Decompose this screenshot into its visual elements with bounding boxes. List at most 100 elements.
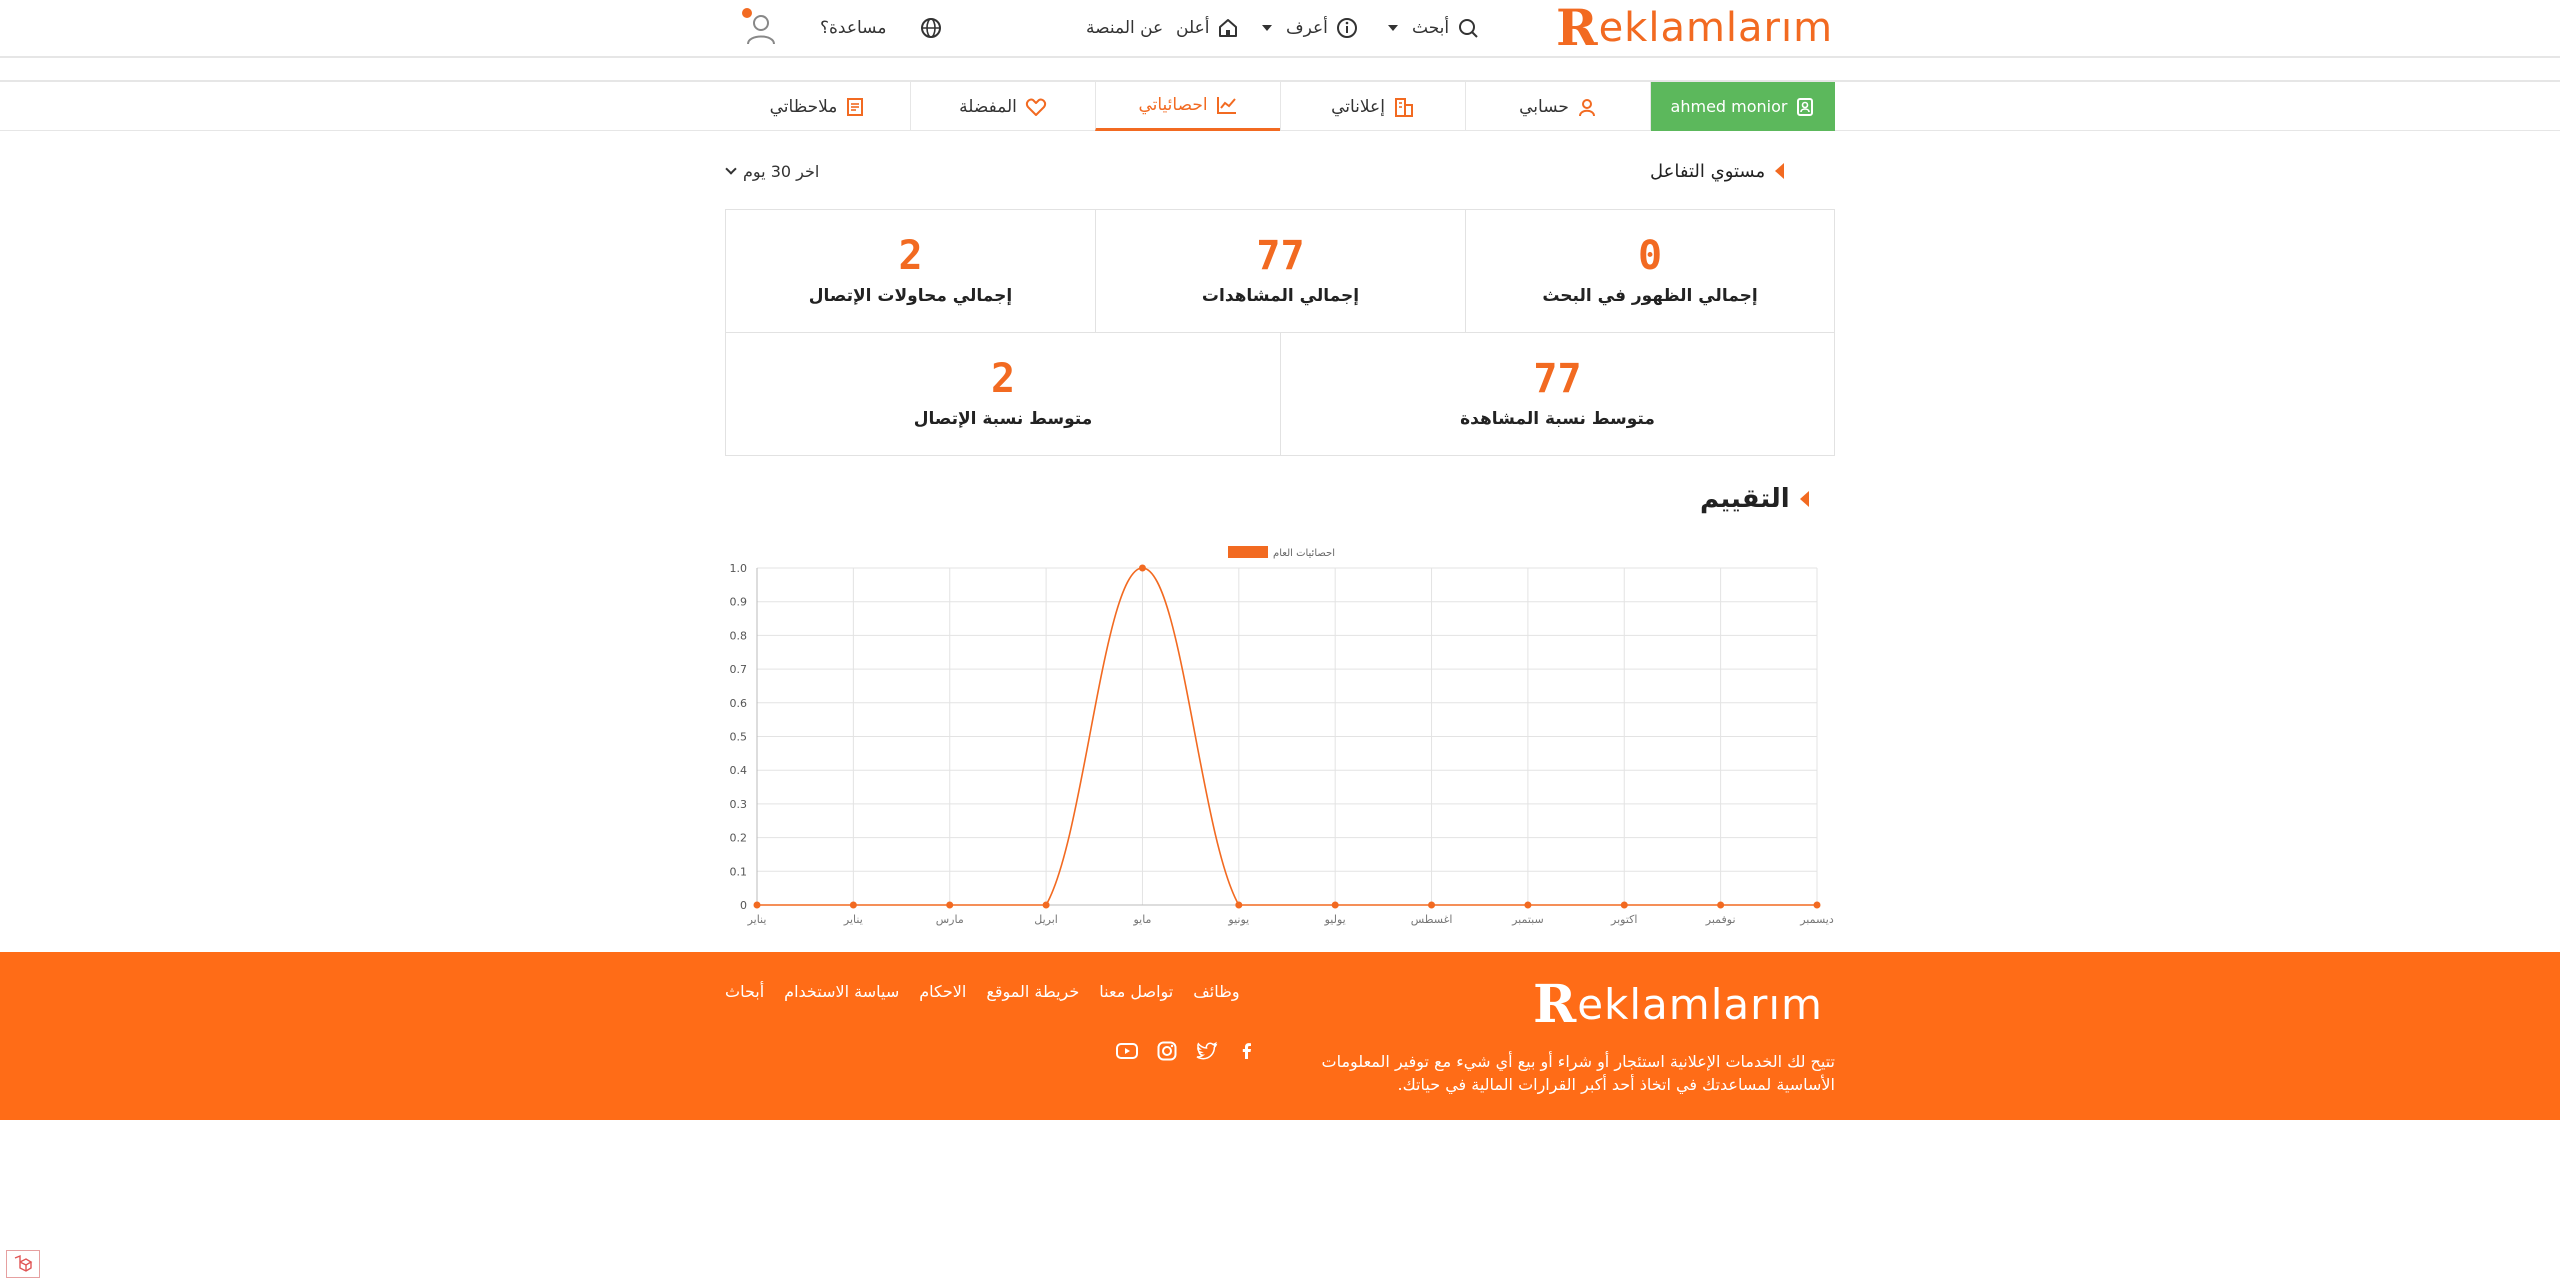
chart-svg: 0 0.1 0.2 0.3 0.4 0.5 0.6 0.7 0.8 0.9 1.0 يناير يناي… <box>730 546 1834 926</box>
x-tick-label: سبتمبر <box>1511 913 1544 926</box>
footer-link-terms[interactable]: الاحكام <box>919 982 966 1001</box>
date-range-value: اخر 30 يوم <box>743 161 820 181</box>
tab-profile-name[interactable]: ahmed monior <box>1650 82 1835 131</box>
y-tick-label: 0.9 <box>730 596 748 609</box>
tab-notes[interactable]: ملاحظاتي <box>725 82 910 131</box>
line-chart-icon <box>1216 97 1236 114</box>
stat-value: 2 <box>990 356 1016 402</box>
stat-card-search-impressions: 0 إجمالي الظهور في البحث <box>1465 209 1835 333</box>
facebook-icon[interactable] <box>1235 1039 1259 1063</box>
stat-value: 77 <box>1533 356 1582 402</box>
x-tick-label: يناير <box>843 913 863 926</box>
logo-text: eklamlarım <box>1598 5 1834 51</box>
youtube-icon[interactable] <box>1115 1039 1139 1063</box>
footer-links: وظائف تواصل معنا خريطة الموقع الاحكام سي… <box>725 978 1240 1004</box>
data-point <box>1717 901 1725 909</box>
stat-label: إجمالي محاولات الإتصال <box>808 286 1013 306</box>
legend-swatch <box>1228 546 1268 558</box>
x-tick-label: يناير <box>747 913 767 926</box>
stats-grid: 0 إجمالي الظهور في البحث 77 إجمالي المشا… <box>725 209 1835 456</box>
nav-advertise-label: أعلن <box>1176 18 1210 38</box>
account-tabs: ahmed monior حسابي إعلاناتي احصائياتي ال… <box>725 82 1835 131</box>
laravel-icon <box>6 1250 40 1278</box>
stat-card-avg-view-rate: 77 متوسط نسبة المشاهدة <box>1280 332 1835 456</box>
stat-card-avg-contact-rate: 2 متوسط نسبة الإتصال <box>725 332 1281 456</box>
x-tick-label: ابريل <box>1034 913 1058 926</box>
site-logo[interactable]: R eklamlarım <box>1556 2 1833 54</box>
notes-icon <box>847 97 864 116</box>
tab-my-stats[interactable]: احصائياتي <box>1095 82 1280 131</box>
top-header: R eklamlarım أبحث أعرف أعلن عن المنصة مس… <box>0 0 2560 58</box>
instagram-icon[interactable] <box>1155 1039 1179 1063</box>
stat-label: إجمالي المشاهدات <box>1201 286 1360 306</box>
y-tick-label: 0.6 <box>730 697 748 710</box>
nav-search[interactable]: أبحث <box>1388 14 1479 42</box>
footer-link-contact[interactable]: تواصل معنا <box>1099 982 1173 1001</box>
footer-link-sitemap[interactable]: خريطة الموقع <box>986 982 1079 1001</box>
x-tick-label: ديسمبر <box>1799 913 1834 926</box>
engagement-title: مستوي التفاعل <box>1650 160 1766 182</box>
footer-logo-letter: R <box>1533 974 1577 1035</box>
tab-label: إعلاناتي <box>1331 96 1385 117</box>
stat-value: 2 <box>898 233 923 279</box>
nav-help-label: مساعدة؟ <box>820 18 887 38</box>
heart-icon <box>1025 98 1046 116</box>
user-icon <box>1578 98 1595 116</box>
twitter-icon[interactable] <box>1195 1039 1219 1063</box>
data-point <box>1620 901 1628 909</box>
data-point <box>1138 564 1146 572</box>
y-tick-label: 0.4 <box>730 764 748 777</box>
y-tick-label: 0.2 <box>730 832 748 845</box>
document-user-icon <box>1797 97 1814 116</box>
data-point <box>1813 901 1821 909</box>
y-tick-label: 0.7 <box>730 663 748 676</box>
footer-link-policy[interactable]: سياسة الاستخدام <box>784 982 899 1001</box>
nav-learn[interactable]: أعرف <box>1262 14 1358 42</box>
data-point <box>753 901 761 909</box>
x-tick-label: مارس <box>936 913 964 926</box>
chevron-down-icon <box>1388 25 1398 31</box>
nav-about-label: عن المنصة <box>1086 18 1164 38</box>
caret-left-icon <box>1799 491 1809 507</box>
x-tick-label: اكتوبر <box>1610 913 1637 926</box>
logo-letter: R <box>1556 0 1598 57</box>
footer-link-jobs[interactable]: وظائف <box>1193 982 1239 1001</box>
data-point <box>1042 901 1050 909</box>
x-tick-label: يوليو <box>1324 913 1346 926</box>
footer-logo[interactable]: R eklamlarım <box>1533 978 1823 1032</box>
language-button[interactable] <box>920 14 942 42</box>
stat-card-total-views: 77 إجمالي المشاهدات <box>1095 209 1466 333</box>
engagement-heading: مستوي التفاعل <box>1650 158 1785 184</box>
stat-label: متوسط نسبة المشاهدة <box>1460 409 1655 429</box>
data-point <box>849 901 857 909</box>
nav-search-label: أبحث <box>1412 18 1450 38</box>
y-tick-label: 0.1 <box>730 865 748 878</box>
y-tick-label: 0.3 <box>730 798 748 811</box>
social-links <box>1115 1036 1259 1066</box>
stat-label: إجمالي الظهور في البحث <box>1542 286 1758 306</box>
tab-favorites[interactable]: المفضلة <box>910 82 1095 131</box>
footer-link-research[interactable]: أبحاث <box>725 982 764 1001</box>
y-tick-label: 0.5 <box>730 731 748 744</box>
date-range-select[interactable]: اخر 30 يوم <box>725 158 820 184</box>
x-tick-label: نوفمبر <box>1705 913 1736 926</box>
building-icon <box>1394 97 1413 117</box>
tab-label: ملاحظاتي <box>769 96 838 117</box>
home-icon <box>1219 19 1238 37</box>
x-tick-label: يونيو <box>1227 913 1249 926</box>
chevron-down-icon <box>725 163 737 175</box>
nav-advertise[interactable]: أعلن <box>1176 14 1239 42</box>
stat-value: 77 <box>1256 233 1305 279</box>
tab-my-account[interactable]: حسابي <box>1465 82 1650 131</box>
chevron-down-icon <box>1262 25 1272 31</box>
tab-my-ads[interactable]: إعلاناتي <box>1280 82 1465 131</box>
x-tick-label: مايو <box>1132 913 1151 926</box>
stat-value: 0 <box>1637 233 1663 279</box>
nav-help[interactable]: مساعدة؟ <box>820 14 886 42</box>
tab-label: المفضلة <box>959 96 1017 117</box>
tab-label: ahmed monior <box>1670 97 1788 116</box>
y-tick-label: 1.0 <box>730 562 748 575</box>
nav-about[interactable]: عن المنصة <box>1086 14 1163 42</box>
data-point <box>946 901 954 909</box>
info-icon <box>1336 18 1357 38</box>
